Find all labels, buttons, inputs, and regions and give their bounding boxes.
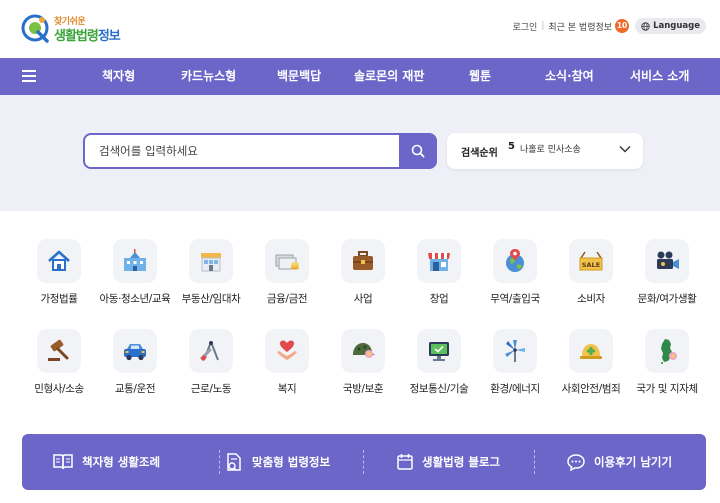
menu-icon[interactable] [22, 70, 36, 82]
divider [219, 450, 220, 474]
chevron-down-icon [619, 146, 631, 153]
recent-count-badge: 10 [615, 19, 630, 33]
search-rank-dropdown[interactable]: 검색순위 5 나홀로 민사소송 [447, 133, 643, 169]
nav-item-booklet[interactable]: 책자형 [102, 58, 135, 95]
category-trade-immigration[interactable]: 무역/출입국 [477, 239, 553, 315]
category-welfare[interactable]: 복지 [249, 329, 325, 405]
document-search-icon [227, 453, 241, 471]
sale-sign-icon: SALE [569, 239, 613, 283]
store-building-icon [189, 239, 233, 283]
nav-item-qa[interactable]: 백문백답 [277, 58, 321, 95]
category-consumer[interactable]: SALE 소비자 [553, 239, 629, 315]
book-icon [53, 454, 73, 470]
review-label: 이용후기 남기기 [594, 455, 673, 469]
category-social-safety[interactable]: 사회안전/범죄 [553, 329, 629, 405]
category-finance[interactable]: 금융/금전 [249, 239, 325, 315]
house-icon [37, 239, 81, 283]
quick-links-bar: 책자형 생활조례 맞춤형 법령정보 생활법령 블로그 이용후기 남기기 [22, 434, 706, 490]
search-button[interactable] [399, 133, 437, 169]
globe-icon [641, 21, 650, 31]
category-label: 문화/여가생활 [637, 293, 697, 305]
category-business[interactable]: 사업 [325, 239, 401, 315]
money-icon [265, 239, 309, 283]
chat-bubble-icon [567, 454, 585, 471]
category-family-law[interactable]: 가정법률 [21, 239, 97, 315]
category-ict[interactable]: 정보통신/기술 [401, 329, 477, 405]
logo-title: 생활법령정보 [54, 29, 121, 44]
school-icon [113, 239, 157, 283]
globe-pin-icon [493, 239, 537, 283]
category-nation-local-gov[interactable]: 국가 및 지자체 [629, 329, 705, 405]
language-label: Language [653, 21, 700, 31]
nav-item-about[interactable]: 서비스 소개 [630, 58, 689, 95]
heart-hands-icon [265, 329, 309, 373]
category-youth-education[interactable]: 아동·청소년/교육 [97, 239, 173, 315]
shop-icon [417, 239, 461, 283]
blog-link[interactable]: 생활법령 블로그 [396, 434, 500, 490]
search-icon [411, 144, 425, 158]
divider [534, 450, 535, 474]
nav-item-cardnews[interactable]: 카드뉴스형 [181, 58, 236, 95]
korea-map-icon [645, 329, 689, 373]
helmet-icon [341, 329, 385, 373]
blog-label: 생활법령 블로그 [422, 455, 501, 469]
language-button[interactable]: Language [635, 18, 706, 34]
utility-links: 로그인 | 최근 본 법령정보 10 Language [512, 17, 706, 35]
nav-item-webtoon[interactable]: 웹툰 [469, 58, 491, 95]
briefcase-icon [341, 239, 385, 283]
svg-text:SALE: SALE [582, 261, 600, 269]
logo-mark-icon [21, 14, 49, 43]
custom-law-info-label: 맞춤형 법령정보 [252, 455, 331, 469]
category-label: 국가 및 지자체 [636, 383, 698, 395]
monitor-icon [417, 329, 461, 373]
booklet-ordinance-label: 책자형 생활조례 [82, 455, 161, 469]
tools-icon [189, 329, 233, 373]
car-icon [113, 329, 157, 373]
main-nav: 책자형 카드뉴스형 백문백답 솔로몬의 재판 웹툰 소식·참여 서비스 소개 [0, 58, 720, 95]
recent-viewed-link[interactable]: 최근 본 법령정보 [548, 20, 612, 33]
search-rank-term[interactable]: 나홀로 민사소송 [520, 142, 581, 155]
search-section: 검색순위 5 나홀로 민사소송 [0, 95, 720, 211]
site-header: 찾기쉬운 생활법령정보 로그인 | 최근 본 법령정보 10 Language [0, 0, 720, 58]
divider [363, 450, 364, 474]
search-rank-label: 검색순위 [461, 148, 498, 159]
safety-helmet-icon [569, 329, 613, 373]
divider: | [541, 21, 545, 31]
custom-law-info-link[interactable]: 맞춤형 법령정보 [224, 434, 330, 490]
calendar-icon [397, 454, 413, 470]
nav-item-news[interactable]: 소식·참여 [545, 58, 594, 95]
login-link[interactable]: 로그인 [512, 20, 537, 33]
booklet-ordinance-link[interactable]: 책자형 생활조례 [52, 434, 160, 490]
category-startup[interactable]: 창업 [401, 239, 477, 315]
site-logo[interactable]: 찾기쉬운 생활법령정보 [20, 10, 130, 46]
search-input[interactable] [99, 135, 399, 167]
review-link[interactable]: 이용후기 남기기 [566, 434, 672, 490]
category-defense[interactable]: 국방/보훈 [325, 329, 401, 405]
windmill-icon [493, 329, 537, 373]
search-box [83, 133, 437, 169]
gavel-icon [37, 329, 81, 373]
category-culture-leisure[interactable]: 문화/여가생활 [629, 239, 705, 315]
category-environment-energy[interactable]: 환경/에너지 [477, 329, 553, 405]
category-labor[interactable]: 근로/노동 [173, 329, 249, 405]
video-camera-icon [645, 239, 689, 283]
category-civil-criminal[interactable]: 민형사/소송 [21, 329, 97, 405]
nav-item-solomon[interactable]: 솔로몬의 재판 [354, 58, 424, 95]
category-real-estate[interactable]: 부동산/임대차 [173, 239, 249, 315]
category-traffic-driving[interactable]: 교통/운전 [97, 329, 173, 405]
search-rank-number: 5 [508, 141, 515, 152]
